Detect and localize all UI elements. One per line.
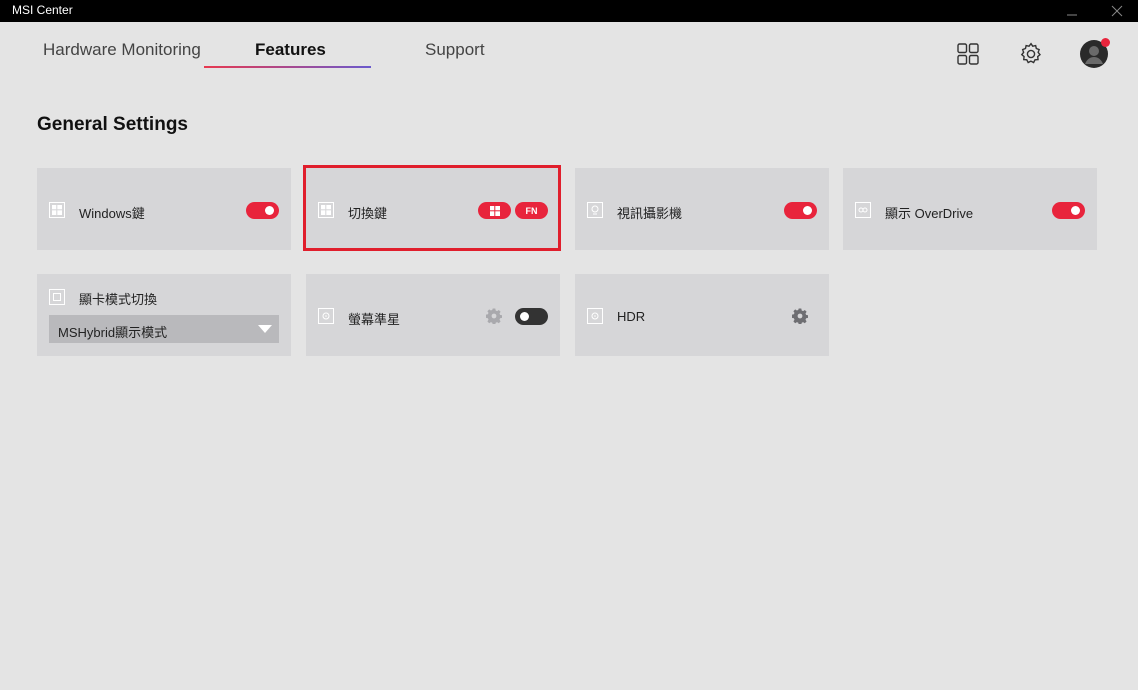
card-label-hdr: HDR — [617, 309, 646, 324]
card-label-gpu-mode: 顯卡模式切換 — [79, 292, 158, 307]
settings-button[interactable] — [1017, 40, 1045, 68]
apps-grid-button[interactable] — [954, 40, 982, 68]
tab-bar: Hardware Monitoring Features Support — [0, 22, 1138, 82]
card-webcam: 視訊攝影機 — [575, 168, 829, 250]
tab-support[interactable]: Support — [425, 40, 485, 60]
windows-logo-icon — [318, 202, 334, 218]
gpu-icon — [49, 289, 65, 305]
overdrive-toggle[interactable] — [1052, 202, 1085, 219]
tab-hardware-monitoring[interactable]: Hardware Monitoring — [43, 40, 201, 60]
toggle-knob — [1071, 206, 1080, 215]
windows-logo-icon — [49, 202, 65, 218]
card-label-switch-key: 切換鍵 — [348, 206, 388, 221]
card-overdrive: 顯示 OverDrive — [843, 168, 1097, 250]
title-bar: MSI Center — [0, 0, 1138, 22]
switch-key-fn-badge[interactable]: FN — [515, 202, 548, 219]
card-label-overdrive: 顯示 OverDrive — [885, 206, 974, 221]
settings-gear-icon — [486, 308, 502, 324]
toggle-knob — [520, 312, 529, 321]
toggle-knob — [265, 206, 274, 215]
windows-key-toggle[interactable] — [246, 202, 279, 219]
card-label-webcam: 視訊攝影機 — [617, 206, 683, 221]
card-switch-key: 切換鍵 FN — [306, 168, 560, 250]
active-tab-underline — [204, 66, 371, 68]
overdrive-icon — [855, 202, 871, 218]
toggle-knob — [803, 206, 812, 215]
crosshair-icon — [318, 308, 334, 324]
card-crosshair: 螢幕準星 — [306, 274, 560, 356]
tab-features[interactable]: Features — [255, 40, 326, 60]
dropdown-arrow-icon — [258, 325, 272, 333]
card-gpu-mode: 顯卡模式切換 MSHybrid顯示模式 — [37, 274, 291, 356]
close-button[interactable] — [1100, 0, 1134, 22]
card-hdr: HDR — [575, 274, 829, 356]
notification-dot — [1101, 38, 1110, 47]
hdr-settings-button[interactable] — [791, 307, 809, 325]
gpu-mode-selected-value: MSHybrid顯示模式 — [58, 325, 168, 340]
windows-logo-icon — [489, 205, 500, 216]
card-windows-key: Windows鍵 — [37, 168, 291, 250]
switch-key-windows-badge[interactable] — [478, 202, 511, 219]
card-label-crosshair: 螢幕準星 — [348, 312, 401, 327]
minimize-icon — [1067, 14, 1077, 16]
crosshair-toggle[interactable] — [515, 308, 548, 325]
app-title: MSI Center — [12, 3, 73, 17]
webcam-toggle[interactable] — [784, 202, 817, 219]
gpu-mode-select[interactable]: MSHybrid顯示模式 — [49, 315, 279, 343]
hdr-icon — [587, 308, 603, 324]
card-label-windows-key: Windows鍵 — [79, 206, 145, 221]
settings-gear-icon — [792, 308, 808, 324]
crosshair-settings-button[interactable] — [485, 307, 503, 325]
section-title: General Settings — [37, 114, 188, 135]
gear-icon — [1020, 42, 1041, 64]
apps-grid-icon — [957, 43, 979, 65]
user-avatar-button[interactable] — [1080, 38, 1110, 68]
webcam-icon — [587, 202, 603, 218]
minimize-button[interactable] — [1055, 0, 1089, 22]
close-icon — [1111, 5, 1123, 17]
